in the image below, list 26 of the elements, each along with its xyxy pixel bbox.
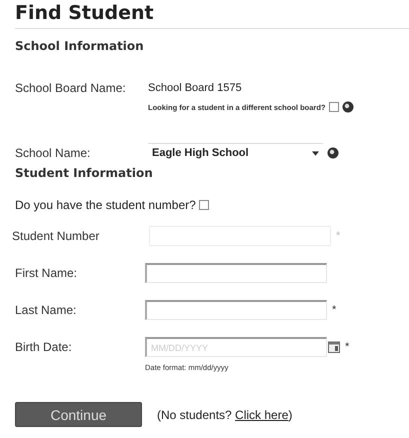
- field-label: Birth Date:: [15, 340, 73, 354]
- click-here-link[interactable]: Click here: [235, 408, 288, 422]
- section-heading: School Information: [15, 39, 145, 53]
- input-field[interactable]: [145, 300, 327, 320]
- input-field[interactable]: [145, 263, 327, 283]
- field-label: School Name:: [15, 146, 92, 160]
- required-mark: *: [336, 230, 340, 242]
- page-title: Find Student: [15, 2, 409, 29]
- checkbox[interactable]: [328, 102, 339, 112]
- caret-icon: [312, 150, 319, 156]
- required-mark: *: [345, 341, 350, 353]
- school-dropdown[interactable]: Eagle High School: [148, 143, 323, 162]
- field-label: Last Name:: [15, 303, 78, 317]
- footer-text: (No students? Click here): [157, 408, 292, 422]
- calendar-icon[interactable]: [328, 341, 340, 353]
- required-mark: *: [332, 304, 336, 316]
- help-icon[interactable]: [342, 101, 354, 113]
- checkbox[interactable]: [198, 200, 209, 210]
- field-label: First Name:: [15, 266, 78, 280]
- continue-button[interactable]: Continue: [15, 402, 142, 427]
- board-value: School Board 1575: [148, 82, 242, 94]
- question-text: Do you have the student number?: [15, 198, 196, 212]
- section-heading: Student Information: [15, 166, 154, 180]
- field-label: Student Number: [12, 229, 100, 243]
- field-label: School Board Name:: [15, 81, 127, 95]
- help-icon[interactable]: [327, 146, 339, 158]
